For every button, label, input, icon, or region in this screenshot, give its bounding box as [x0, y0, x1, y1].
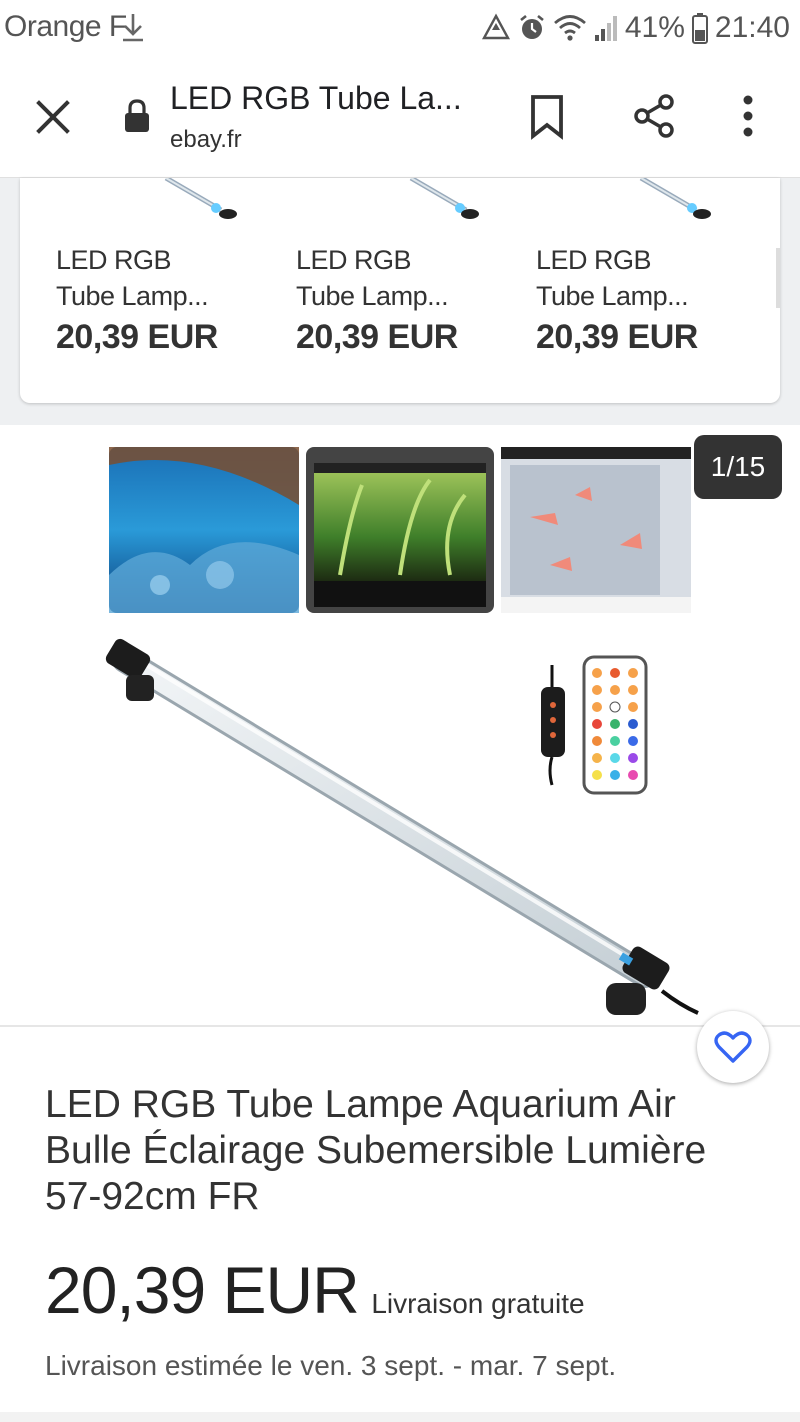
divider: [0, 1025, 800, 1027]
wifi-icon: [553, 15, 586, 41]
lock-icon[interactable]: [122, 98, 152, 134]
image-counter: 1/15: [694, 435, 782, 499]
delivery-estimate: Livraison estimée le ven. 3 sept. - mar.…: [45, 1350, 617, 1381]
related-item-thumbnail: [164, 178, 237, 219]
bottom-edge: [0, 1412, 800, 1422]
page-domain: ebay.fr: [170, 126, 242, 153]
recycle-icon: [481, 13, 510, 40]
related-items-carousel[interactable]: LED RGB Tube Lamp... 20,39 EUR LED RGB T…: [20, 178, 780, 403]
battery-percent: 41%: [624, 11, 685, 44]
heart-icon: [714, 1031, 752, 1063]
close-icon[interactable]: [30, 94, 76, 140]
related-item[interactable]: LED RGB Tube Lamp... 20,39 EUR: [536, 178, 756, 403]
next-item-peek: [776, 248, 780, 308]
related-item-name: LED RGB Tube Lamp...: [56, 245, 209, 311]
product-price: 20,39 EUR: [45, 1253, 360, 1327]
shipping-info: Livraison gratuite: [371, 1288, 585, 1319]
related-item-thumbnail: [409, 178, 479, 219]
signal-icon: [594, 16, 617, 41]
related-item-thumbnail: [639, 178, 711, 219]
product-title: LED RGB Tube Lampe Aquarium Air Bulle Éc…: [45, 1083, 707, 1218]
related-item-price: 20,39 EUR: [536, 318, 698, 356]
clock: 21:40: [714, 11, 790, 44]
download-icon: [123, 14, 143, 42]
related-item-name: LED RGB Tube Lamp...: [536, 245, 689, 311]
battery-icon: [691, 13, 708, 44]
page-title: LED RGB Tube La...: [170, 80, 462, 116]
carrier-name: Orange F: [4, 10, 127, 43]
product-image[interactable]: [100, 425, 700, 1025]
bookmark-icon[interactable]: [525, 92, 569, 140]
related-item-price: 20,39 EUR: [296, 318, 458, 356]
product-image-gallery[interactable]: [0, 425, 800, 1025]
more-vert-icon[interactable]: [734, 92, 762, 140]
status-bar: Orange F 41% 21:40: [0, 0, 800, 56]
related-item[interactable]: LED RGB Tube Lamp... 20,39 EUR: [296, 178, 516, 403]
price-row: 20,39 EUR Livraison gratuite: [45, 1252, 585, 1328]
custom-tab-toolbar: LED RGB Tube La... ebay.fr: [0, 56, 800, 178]
watchlist-button[interactable]: [697, 1011, 769, 1083]
related-item-price: 20,39 EUR: [56, 318, 218, 356]
alarm-icon: [520, 14, 544, 39]
related-item-name: LED RGB Tube Lamp...: [296, 245, 449, 311]
related-item[interactable]: LED RGB Tube Lamp... 20,39 EUR: [56, 178, 276, 403]
share-icon[interactable]: [630, 92, 678, 140]
